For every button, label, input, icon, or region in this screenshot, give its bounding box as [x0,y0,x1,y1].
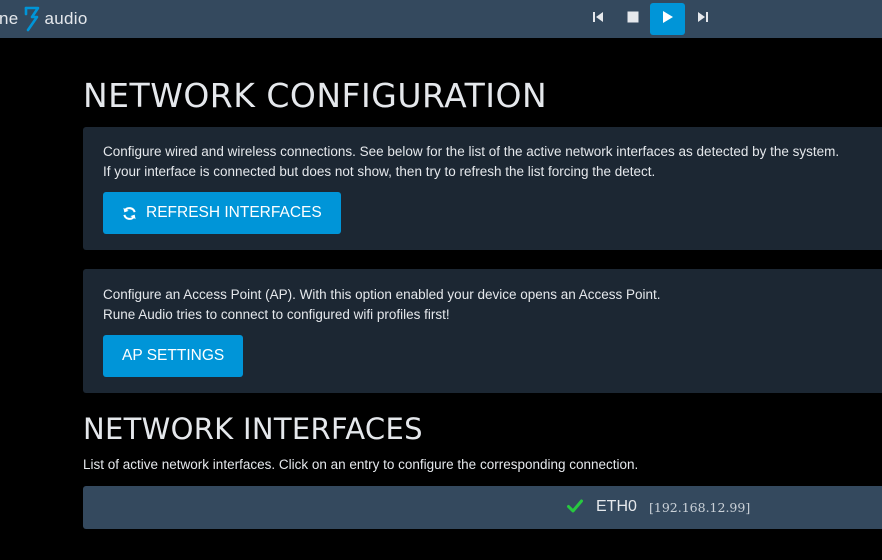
previous-icon [592,10,604,28]
next-icon [697,10,709,28]
interface-ip: [192.168.12.99] [649,500,751,515]
interfaces-title: NETWORK INTERFACES [83,412,423,446]
refresh-description-line2: If your interface is connected but does … [103,164,656,179]
play-button[interactable] [650,3,685,35]
refresh-description: Configure wired and wireless connections… [103,142,839,182]
rune-logo-icon [23,5,41,33]
ap-description-line2: Rune Audio tries to connect to configure… [103,307,450,322]
app-logo[interactable]: ne audio [0,0,88,38]
page-title: NETWORK CONFIGURATION [83,76,548,115]
check-icon [567,499,583,513]
refresh-icon [122,206,137,221]
interface-name: ETH0 [596,498,637,515]
stop-button[interactable] [615,3,650,35]
top-navbar: ne audio [0,0,882,38]
refresh-interfaces-label: REFRESH INTERFACES [146,204,322,221]
logo-text-left: ne [0,9,19,28]
ap-settings-button[interactable]: AP SETTINGS [103,335,244,377]
refresh-interfaces-button[interactable]: REFRESH INTERFACES [103,192,341,234]
access-point-panel: Configure an Access Point (AP). With thi… [83,269,882,393]
play-icon [662,10,674,29]
ap-description-line1: Configure an Access Point (AP). With thi… [103,287,661,302]
interfaces-description: List of active network interfaces. Click… [83,457,639,472]
refresh-panel: Configure wired and wireless connections… [83,127,882,250]
playback-controls [580,3,720,35]
ap-settings-label: AP SETTINGS [122,347,225,364]
logo-text-right: audio [44,9,88,28]
ap-description: Configure an Access Point (AP). With thi… [103,285,661,325]
interface-row-eth0[interactable]: ETH0 [192.168.12.99] [83,486,882,529]
refresh-description-line1: Configure wired and wireless connections… [103,144,840,159]
next-button[interactable] [685,3,720,35]
previous-button[interactable] [580,3,615,35]
stop-icon [627,10,639,28]
